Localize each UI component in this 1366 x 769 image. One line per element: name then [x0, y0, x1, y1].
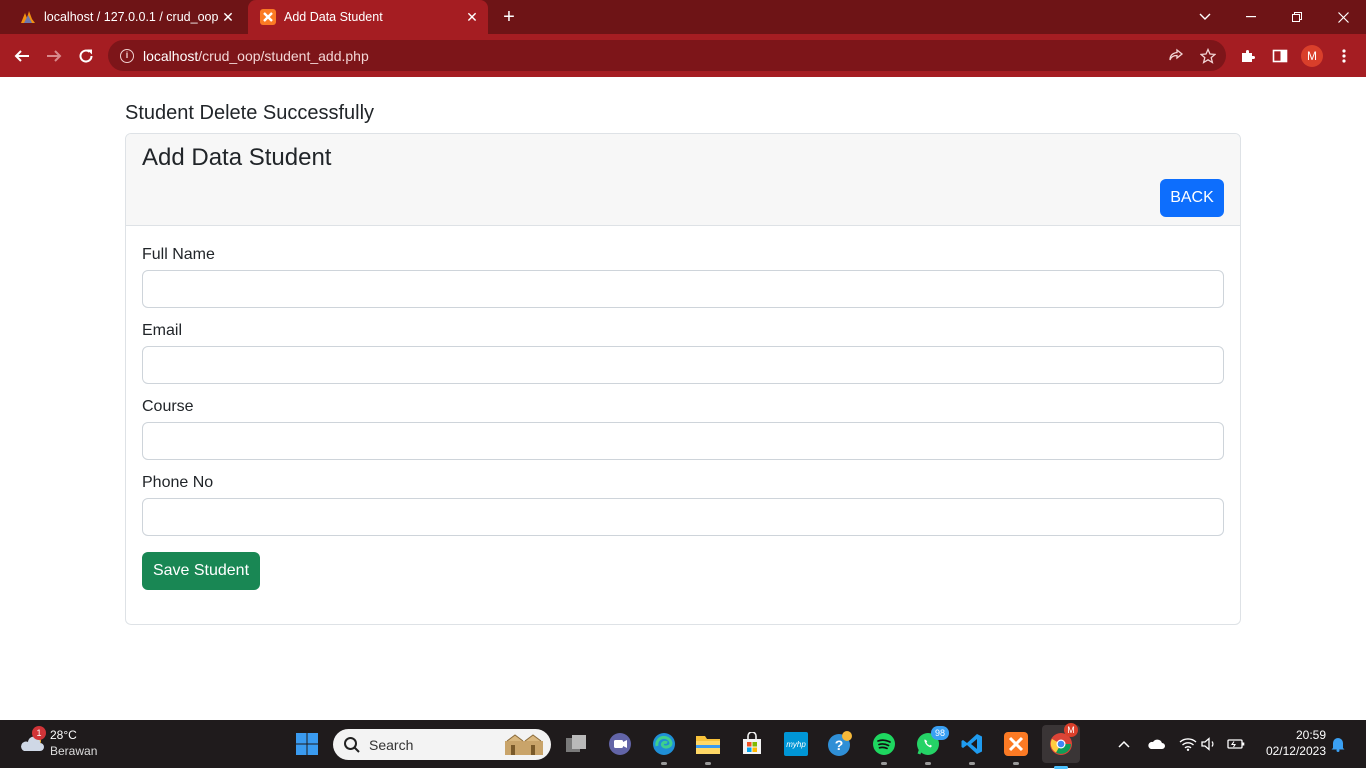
- forward-arrow-icon[interactable]: [42, 44, 66, 68]
- get-help-icon[interactable]: ?: [825, 729, 855, 759]
- whatsapp-unread-badge: 98: [931, 726, 949, 740]
- save-student-button[interactable]: Save Student: [142, 552, 260, 590]
- search-label: Search: [369, 736, 414, 753]
- microsoft-store-icon[interactable]: [737, 729, 767, 759]
- search-icon: [344, 736, 360, 753]
- running-indicator: [969, 762, 975, 765]
- field-full-name: Full Name: [142, 246, 1224, 308]
- tab-phpmyadmin[interactable]: localhost / 127.0.0.1 / crud_oop / ... ✕: [8, 0, 244, 34]
- whatsapp-icon[interactable]: 98: [913, 726, 949, 765]
- file-explorer-icon[interactable]: [693, 729, 723, 765]
- running-indicator: [705, 762, 711, 765]
- address-bar[interactable]: i localhost/crud_oop/student_add.php: [108, 40, 1226, 71]
- chrome-profile-badge: M: [1064, 723, 1078, 737]
- weather-condition: Berawan: [50, 744, 98, 758]
- field-email: Email: [142, 322, 1224, 384]
- field-course: Course: [142, 398, 1224, 460]
- weather-badge: 1: [32, 726, 46, 740]
- full-name-input[interactable]: [142, 270, 1224, 308]
- search-highlight-icon: [505, 733, 543, 755]
- xampp-taskbar-icon[interactable]: [1001, 729, 1031, 765]
- spotify-icon[interactable]: [869, 729, 899, 765]
- status-message: Student Delete Successfully: [125, 102, 375, 124]
- chrome-taskbar-icon[interactable]: M: [1042, 723, 1080, 769]
- add-student-card: Add Data Student BACK Full Name Email Co…: [125, 133, 1241, 625]
- weather-temp: 28°C: [50, 728, 77, 742]
- site-info-icon[interactable]: i: [120, 48, 134, 63]
- edge-icon[interactable]: [649, 729, 679, 765]
- svg-text:myhp: myhp: [786, 740, 806, 749]
- browser-tab-strip: localhost / 127.0.0.1 / crud_oop / ... ✕…: [0, 0, 1366, 34]
- restore-icon[interactable]: [1274, 0, 1320, 34]
- running-indicator: [1013, 762, 1019, 765]
- minimize-icon[interactable]: [1228, 0, 1274, 34]
- card-header: Add Data Student BACK: [126, 134, 1240, 226]
- course-input[interactable]: [142, 422, 1224, 460]
- clock-date: 02/12/2023: [1265, 744, 1326, 758]
- running-indicator: [661, 762, 667, 765]
- full-name-label: Full Name: [142, 246, 215, 263]
- tab-title: Add Data Student: [284, 10, 383, 24]
- phone-label: Phone No: [142, 474, 214, 491]
- battery-icon[interactable]: [1226, 734, 1246, 754]
- email-label: Email: [142, 322, 183, 339]
- menu-kebab-icon[interactable]: [1332, 44, 1356, 68]
- vscode-icon[interactable]: [957, 729, 987, 765]
- tab-title: localhost / 127.0.0.1 / crud_oop / ...: [44, 10, 218, 24]
- page-title: Add Data Student: [142, 144, 332, 171]
- student-form: Full Name Email Course Phone No Save Stu…: [126, 226, 1240, 610]
- back-arrow-icon[interactable]: [10, 44, 34, 68]
- notification-bell-icon[interactable]: [1328, 734, 1348, 754]
- phone-input[interactable]: [142, 498, 1224, 536]
- running-indicator: [881, 762, 887, 765]
- windows-start-icon[interactable]: [292, 729, 322, 759]
- close-icon[interactable]: ✕: [462, 7, 482, 27]
- system-clock[interactable]: 20:59 02/12/2023: [1256, 727, 1326, 759]
- course-label: Course: [142, 398, 194, 415]
- task-view-icon[interactable]: [561, 729, 591, 759]
- wifi-icon[interactable]: [1178, 734, 1198, 754]
- myhp-icon[interactable]: myhp: [781, 729, 811, 759]
- volume-icon[interactable]: [1200, 734, 1220, 754]
- teams-chat-icon[interactable]: [605, 729, 635, 759]
- onedrive-cloud-icon[interactable]: [1146, 734, 1166, 754]
- running-indicator: [925, 762, 931, 765]
- extensions-puzzle-icon[interactable]: [1236, 44, 1260, 68]
- url-text: localhost/crud_oop/student_add.php: [143, 47, 369, 64]
- window-close-icon[interactable]: [1320, 0, 1366, 34]
- phpmyadmin-icon: [20, 9, 36, 25]
- svg-text:?: ?: [835, 737, 844, 753]
- clock-time: 20:59: [1295, 728, 1326, 742]
- field-phone: Phone No: [142, 474, 1224, 536]
- new-tab-button[interactable]: +: [498, 6, 520, 28]
- taskbar-search[interactable]: Search: [333, 729, 551, 760]
- profile-avatar[interactable]: M: [1301, 45, 1323, 67]
- weather-widget[interactable]: 1 28°C Berawan: [14, 726, 124, 762]
- xampp-icon: [260, 9, 276, 25]
- side-panel-icon[interactable]: [1268, 44, 1292, 68]
- bookmark-star-icon[interactable]: [1196, 44, 1220, 68]
- taskbar: 1 28°C Berawan Search myhp ? 98 M 20:59 …: [0, 720, 1366, 769]
- close-icon[interactable]: ✕: [218, 7, 238, 27]
- chevron-up-icon[interactable]: [1114, 734, 1134, 754]
- tab-search-icon[interactable]: [1182, 0, 1228, 34]
- back-button[interactable]: BACK: [1160, 179, 1224, 217]
- page-content: Student Delete Successfully Add Data Stu…: [0, 77, 1366, 720]
- share-icon[interactable]: [1164, 44, 1188, 68]
- email-input[interactable]: [142, 346, 1224, 384]
- tab-add-data-student[interactable]: Add Data Student ✕: [248, 0, 488, 34]
- reload-icon[interactable]: [74, 44, 98, 68]
